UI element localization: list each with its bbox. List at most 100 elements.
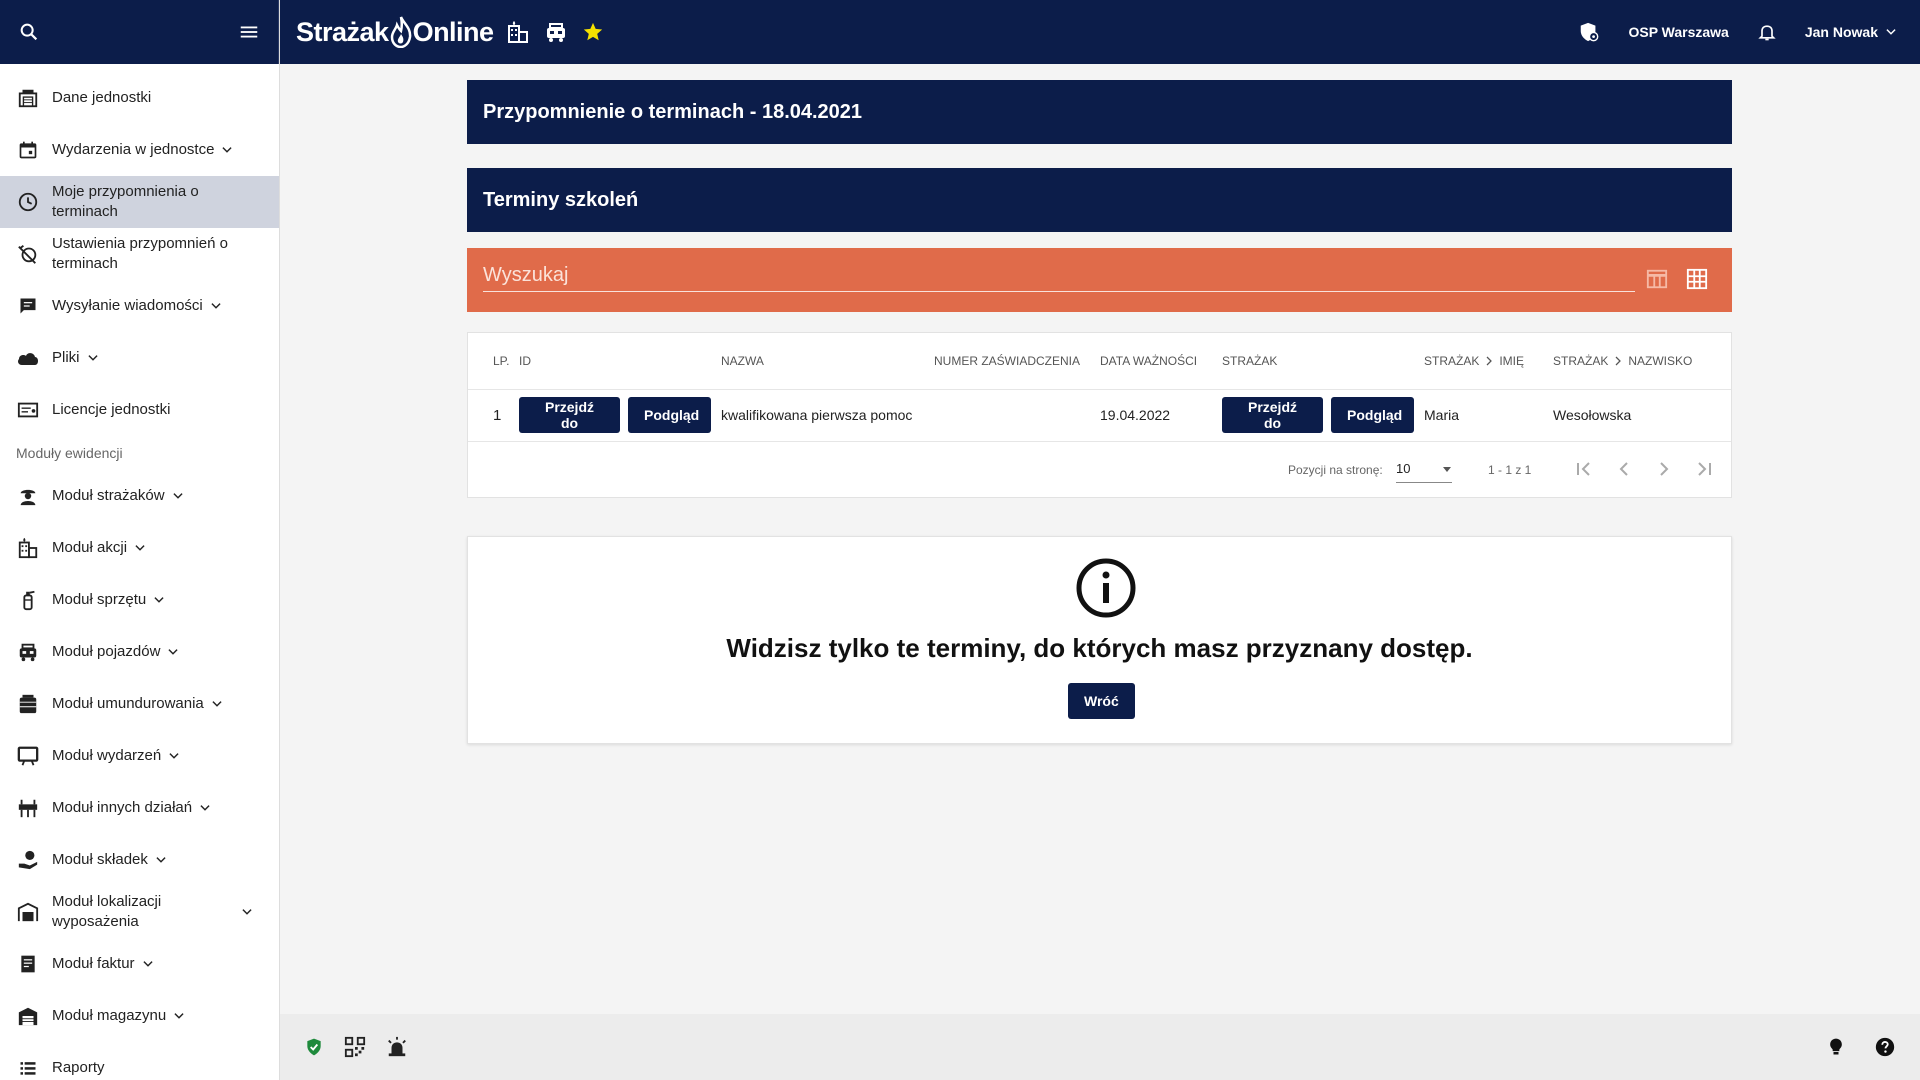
- search-input[interactable]: [483, 260, 1635, 292]
- building-fire-icon[interactable]: [506, 20, 530, 44]
- chevron-down-icon: [1884, 25, 1898, 39]
- sidebar-module-lokalizacji[interactable]: Moduł lokalizacji wyposażenia: [0, 886, 279, 938]
- results-table: LP. ID NAZWA NUMER ZAŚWIADCZENIA DATA WA…: [467, 332, 1732, 498]
- cell-last-name: Wesołowska: [1553, 407, 1632, 423]
- chevron-down-icon: [152, 593, 166, 607]
- brand-logo[interactable]: Strażak Online: [296, 16, 494, 48]
- sidebar-item-label: Moduł faktur: [52, 955, 135, 972]
- header-cert[interactable]: NUMER ZAŚWIADCZENIA: [934, 333, 1080, 389]
- table-view-icon[interactable]: [1646, 268, 1668, 290]
- sidebar-item-label: Moduł składek: [52, 851, 148, 868]
- sidebar-item-pliki[interactable]: Pliki: [0, 332, 279, 384]
- sidebar-item-dane-jednostki[interactable]: Dane jednostki: [0, 72, 279, 124]
- search-bar: [467, 248, 1732, 312]
- chevron-down-icon: [141, 957, 155, 971]
- per-page-select[interactable]: 10: [1396, 455, 1452, 483]
- header-firefighter[interactable]: STRAŻAK: [1222, 333, 1277, 389]
- firefighter-goto-button[interactable]: Przejdź do: [1222, 397, 1323, 433]
- star-icon[interactable]: [582, 21, 604, 43]
- sidebar-module-faktur[interactable]: Moduł faktur: [0, 938, 279, 990]
- shield-check-icon[interactable]: [304, 1036, 324, 1058]
- sidebar-item-label: Moduł akcji: [52, 539, 128, 556]
- sidebar-section-label: Moduły ewidencji: [16, 445, 123, 461]
- sidebar-module-magazynu[interactable]: Moduł magazynu: [0, 990, 279, 1042]
- sidebar-item-ustawienia-przypomnien[interactable]: Ustawienia przypomnień o terminach: [0, 228, 279, 280]
- fire-truck-icon: [16, 640, 40, 664]
- header-first-name[interactable]: STRAŻAK IMIĘ: [1424, 333, 1524, 389]
- firefighter-preview-button[interactable]: Podgląd: [1331, 397, 1414, 433]
- header-validity[interactable]: DATA WAŻNOŚCI: [1100, 333, 1197, 389]
- header-lp[interactable]: LP.: [493, 333, 509, 389]
- sidebar-item-label: Moduł pojazdów: [52, 643, 161, 660]
- header-name[interactable]: NAZWA: [721, 333, 764, 389]
- chevron-down-icon: [172, 1009, 186, 1023]
- bell-icon[interactable]: [1757, 21, 1777, 43]
- help-icon[interactable]: [1874, 1036, 1896, 1058]
- chevron-down-icon: [198, 801, 212, 815]
- fees-icon: [16, 848, 40, 872]
- sidebar-module-sprzetu[interactable]: Moduł sprzętu: [0, 574, 279, 626]
- sidebar-module-pojazdow[interactable]: Moduł pojazdów: [0, 626, 279, 678]
- preview-button[interactable]: Podgląd: [628, 397, 711, 433]
- chevron-down-icon: [240, 905, 254, 919]
- chevron-down-icon: [171, 489, 185, 503]
- header-last-name[interactable]: STRAŻAK NAZWISKO: [1553, 333, 1692, 389]
- sidebar-item-wysylanie-wiadomosci[interactable]: Wysyłanie wiadomości: [0, 280, 279, 332]
- brand-icons: [506, 20, 604, 44]
- sidebar-item-label: Moduł sprzętu: [52, 591, 147, 608]
- header-id[interactable]: ID: [519, 333, 531, 389]
- storage-icon: [16, 1004, 40, 1028]
- sidebar-item-label: Pliki: [52, 349, 80, 366]
- footer: [280, 1014, 1920, 1080]
- reminder-title: Przypomnienie o terminach - 18.04.2021: [467, 80, 1732, 144]
- lightbulb-icon[interactable]: [1826, 1036, 1846, 1058]
- qr-code-icon[interactable]: [344, 1036, 366, 1058]
- chevron-down-icon: [86, 351, 100, 365]
- fire-truck-icon[interactable]: [544, 20, 568, 44]
- section-title: Terminy szkoleń: [467, 168, 1732, 232]
- extinguisher-icon: [16, 588, 40, 612]
- next-page-icon[interactable]: [1652, 455, 1676, 483]
- hamburger-menu-icon[interactable]: [238, 21, 260, 43]
- sidebar-item-label: Wydarzenia w jednostce: [52, 141, 215, 158]
- security-settings-icon[interactable]: [1578, 21, 1600, 43]
- sidebar-module-raporty[interactable]: Raporty: [0, 1042, 279, 1080]
- last-page-icon[interactable]: [1692, 455, 1716, 483]
- first-page-icon[interactable]: [1572, 455, 1596, 483]
- header-first-name-label: IMIĘ: [1499, 354, 1525, 368]
- sidebar-item-moje-przypomnienia[interactable]: Moje przypomnienia o terminach: [0, 176, 279, 228]
- footer-right-icons: [1826, 1036, 1896, 1058]
- paginator: Pozycji na stronę: 10 1 - 1 z 1: [468, 441, 1731, 499]
- sidebar-module-skladek[interactable]: Moduł składek: [0, 834, 279, 886]
- sidebar-header: [0, 0, 279, 64]
- cell-first-name: Maria: [1424, 407, 1460, 423]
- cell-id-actions: Przejdź do Podgląd: [519, 389, 711, 441]
- previous-page-icon[interactable]: [1612, 455, 1636, 483]
- chevron-down-icon: [220, 143, 234, 157]
- top-right-controls: OSP Warszawa Jan Nowak: [1578, 0, 1898, 64]
- sidebar-module-strazakow[interactable]: Moduł strażaków: [0, 470, 279, 522]
- siren-icon[interactable]: [386, 1036, 408, 1058]
- unit-selector[interactable]: OSP Warszawa: [1628, 24, 1728, 40]
- back-button[interactable]: Wróć: [1068, 683, 1135, 719]
- main-content: Przypomnienie o terminach - 18.04.2021 T…: [280, 64, 1920, 1014]
- clock-icon: [16, 190, 40, 214]
- user-menu[interactable]: Jan Nowak: [1805, 24, 1898, 40]
- cell-firefighter-actions: Przejdź do Podgląd: [1222, 389, 1414, 441]
- sidebar-item-label: Moduł innych działań: [52, 799, 193, 816]
- user-name: Jan Nowak: [1804, 24, 1878, 40]
- sidebar-item-label: Moduł magazynu: [52, 1007, 167, 1024]
- sidebar-module-wydarzen[interactable]: Moduł wydarzeń: [0, 730, 279, 782]
- per-page-label: Pozycji na stronę:: [1288, 463, 1383, 477]
- sidebar-module-innych-dzialan[interactable]: Moduł innych działań: [0, 782, 279, 834]
- sidebar-module-umundurowania[interactable]: Moduł umundurowania: [0, 678, 279, 730]
- brand-left: Strażak: [296, 16, 389, 47]
- flame-icon: [390, 16, 412, 48]
- grid-view-icon[interactable]: [1686, 268, 1708, 290]
- sidebar-item-wydarzenia[interactable]: Wydarzenia w jednostce: [0, 124, 279, 176]
- sidebar-item-licencje[interactable]: Licencje jednostki: [0, 384, 279, 436]
- search-icon[interactable]: [18, 21, 40, 43]
- view-toggle: [1646, 268, 1708, 290]
- goto-button[interactable]: Przejdź do: [519, 397, 620, 433]
- sidebar-module-akcji[interactable]: Moduł akcji: [0, 522, 279, 574]
